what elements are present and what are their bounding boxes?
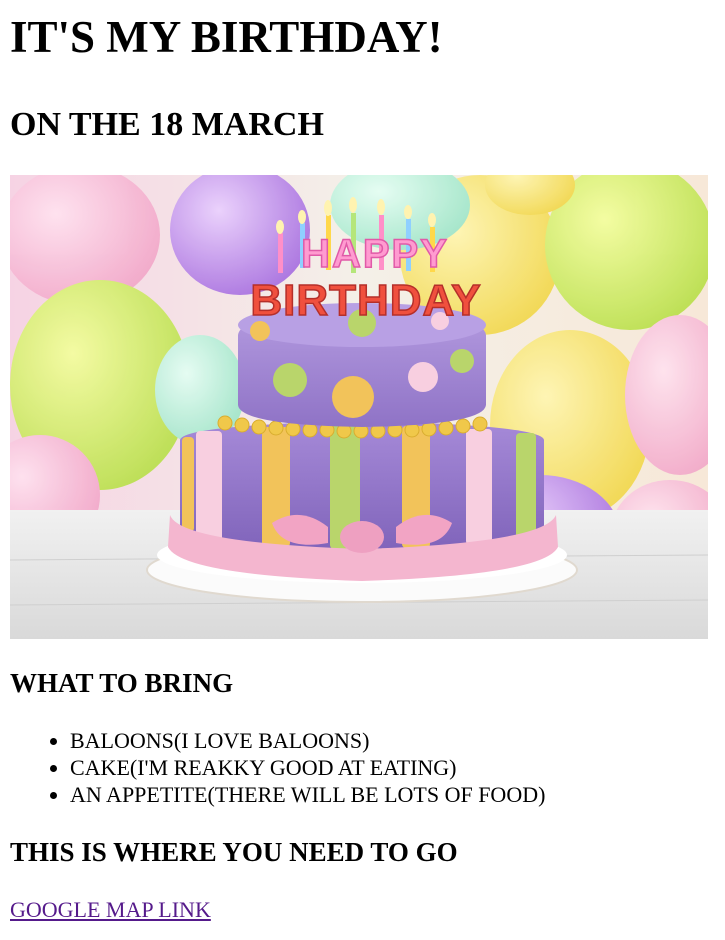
page-subtitle: ON THE 18 MARCH bbox=[10, 106, 324, 143]
cake-topper-line1: HAPPY bbox=[301, 232, 449, 276]
cake-topper-line2: BIRTHDAY bbox=[250, 276, 481, 325]
directions-heading: THIS IS WHERE YOU NEED TO GO bbox=[10, 837, 458, 867]
list-item: BALOONS(I LOVE BALOONS) bbox=[70, 727, 545, 754]
bring-list: BALOONS(I LOVE BALOONS) CAKE(I'M REAKKY … bbox=[10, 727, 545, 808]
list-item: AN APPETITE(THERE WILL BE LOTS OF FOOD) bbox=[70, 781, 545, 808]
page-title: IT'S MY BIRTHDAY! bbox=[10, 12, 443, 62]
what-to-bring-heading: WHAT TO BRING bbox=[10, 668, 234, 698]
list-item: CAKE(I'M REAKKY GOOD AT EATING) bbox=[70, 754, 545, 781]
page-content: IT'S MY BIRTHDAY! bbox=[0, 11, 725, 63]
google-map-link[interactable]: GOOGLE MAP LINK bbox=[10, 896, 211, 923]
birthday-cake-image: HAPPY BIRTHDAY bbox=[10, 175, 708, 639]
